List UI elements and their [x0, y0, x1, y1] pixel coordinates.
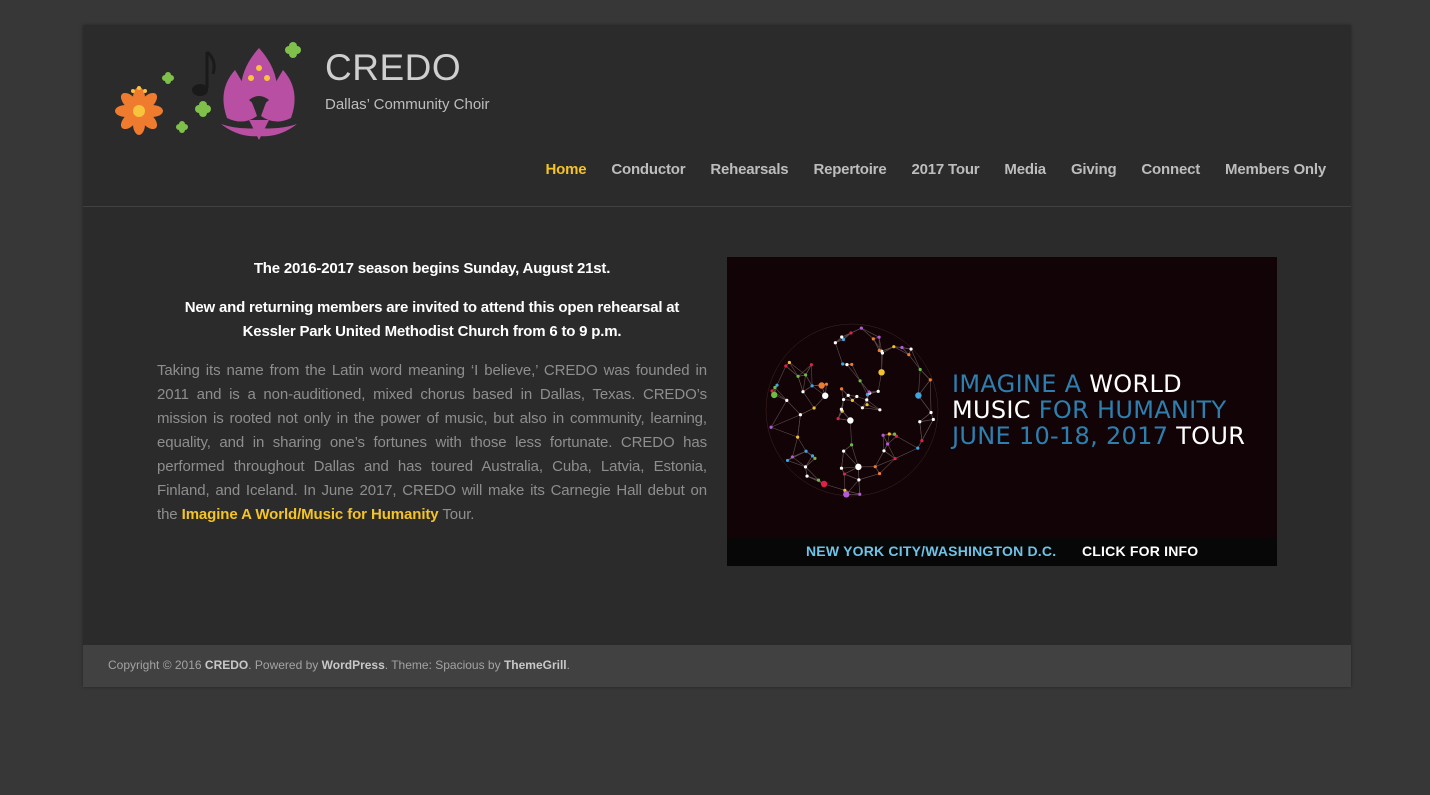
banner-footer: NEW YORK CITY/WASHINGTON D.C. CLICK FOR …	[727, 537, 1277, 566]
nav-item-members-only[interactable]: Members Only	[1225, 161, 1326, 178]
nav-item-media[interactable]: Media	[1004, 161, 1046, 178]
footer-site-link[interactable]: CREDO	[205, 658, 248, 672]
banner-line-3: JUNE 10-18, 2017 TOUR	[952, 422, 1246, 450]
nav-item-2017-tour[interactable]: 2017 Tour	[911, 161, 979, 178]
footer-wordpress-link[interactable]: WordPress	[322, 658, 385, 672]
site-logo[interactable]	[109, 40, 309, 140]
choir-logo-icon	[115, 42, 301, 140]
nav-item-home[interactable]: Home	[545, 161, 586, 178]
banner-line-1: IMAGINE A WORLD	[952, 370, 1182, 398]
nav-item-giving[interactable]: Giving	[1071, 161, 1117, 178]
footer-themegrill-link[interactable]: ThemeGrill	[504, 658, 567, 672]
network-globe-graphic	[765, 323, 939, 498]
nav-item-conductor[interactable]: Conductor	[611, 161, 685, 178]
tour-banner[interactable]: IMAGINE A WORLD MUSIC FOR HUMANITY JUNE …	[727, 257, 1277, 566]
nav-item-rehearsals[interactable]: Rehearsals	[710, 161, 788, 178]
tour-link[interactable]: Imagine A World/Music for Humanity	[182, 506, 439, 523]
site-header: CREDO Dallas’ Community Choir Home Condu…	[83, 25, 1351, 207]
banner-cta: CLICK FOR INFO	[1082, 543, 1199, 559]
season-headline: The 2016-2017 season begins Sunday, Augu…	[253, 260, 611, 277]
site-tagline: Dallas’ Community Choir	[325, 96, 490, 113]
main-navigation: Home Conductor Rehearsals Repertoire 201…	[520, 161, 1326, 178]
page-wrapper: CREDO Dallas’ Community Choir Home Condu…	[83, 25, 1351, 687]
site-title[interactable]: CREDO	[325, 47, 461, 89]
rehearsal-headline: New and returning members are invited to…	[184, 299, 680, 340]
banner-cities: NEW YORK CITY/WASHINGTON D.C.	[806, 543, 1057, 559]
about-text: Taking its name from the Latin word mean…	[157, 362, 707, 523]
about-text-end: Tour.	[438, 506, 475, 523]
site-footer: Copyright © 2016 CREDO. Powered by WordP…	[83, 645, 1351, 687]
copyright-text: Copyright © 2016 CREDO. Powered by WordP…	[108, 658, 570, 672]
intro-text-column: The 2016-2017 season begins Sunday, Augu…	[157, 257, 707, 527]
main-content: The 2016-2017 season begins Sunday, Augu…	[83, 207, 1351, 645]
nav-item-repertoire[interactable]: Repertoire	[813, 161, 886, 178]
banner-line-2: MUSIC FOR HUMANITY	[952, 396, 1227, 424]
about-paragraph: Taking its name from the Latin word mean…	[157, 359, 707, 527]
nav-item-connect[interactable]: Connect	[1141, 161, 1200, 178]
